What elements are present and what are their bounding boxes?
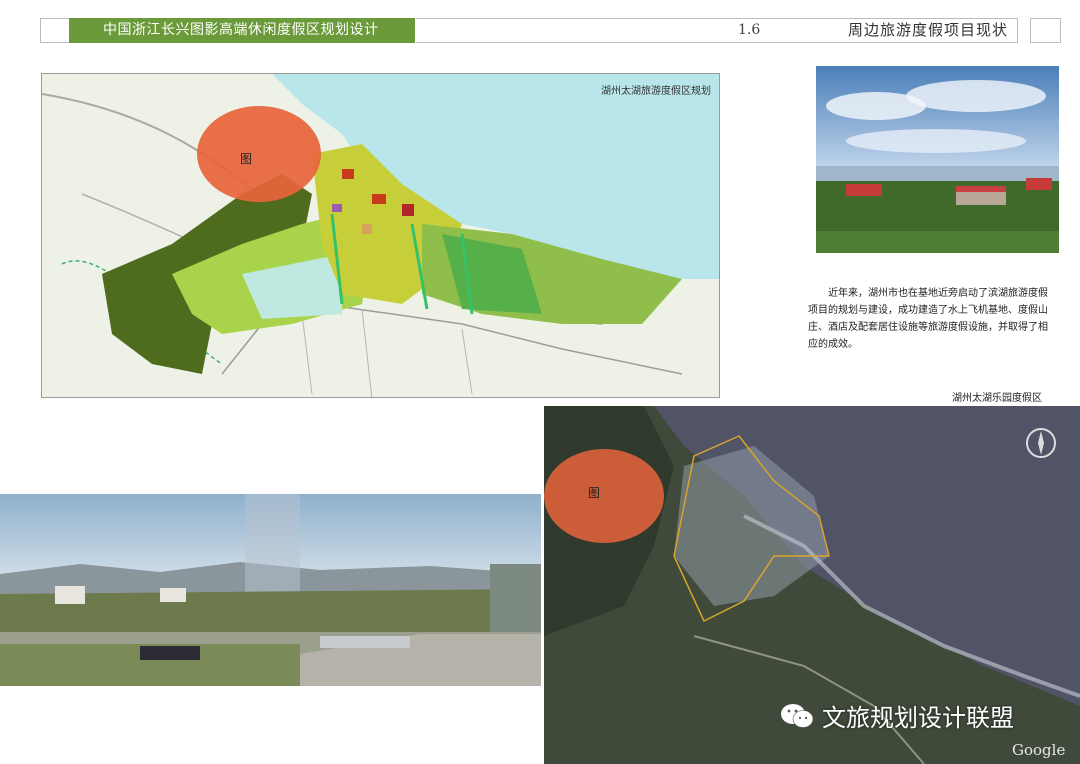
- satellite-marker-label: 图: [588, 486, 601, 500]
- description-text: 近年来，湖州市也在基地近旁启动了滨湖旅游度假项目的规划与建设，成功建造了水上飞机…: [808, 288, 1048, 350]
- plan-map-label: 湖州太湖旅游度假区规划: [601, 86, 711, 97]
- watermark: 文旅规划设计联盟: [780, 698, 1014, 733]
- planning-map-graphic: [42, 74, 719, 397]
- coastal-resort-photo: [816, 66, 1059, 253]
- section-number: 1.6: [738, 22, 761, 38]
- section-title: 周边旅游度假项目现状: [848, 21, 1009, 39]
- resort-panorama-photo: [0, 494, 541, 686]
- plan-map-marker-label: 图: [240, 152, 253, 166]
- satellite-caption: 湖州太湖乐园度假区: [952, 393, 1042, 404]
- planning-map: 湖州太湖旅游度假区规划 图: [41, 73, 720, 398]
- header-corner-box: [1030, 18, 1061, 43]
- watermark-text: 文旅规划设计联盟: [822, 704, 1014, 732]
- google-logo: Google: [1012, 741, 1066, 759]
- project-title: 中国浙江长兴图影高端休闲度假区规划设计: [69, 18, 415, 43]
- wechat-icon: [780, 703, 814, 729]
